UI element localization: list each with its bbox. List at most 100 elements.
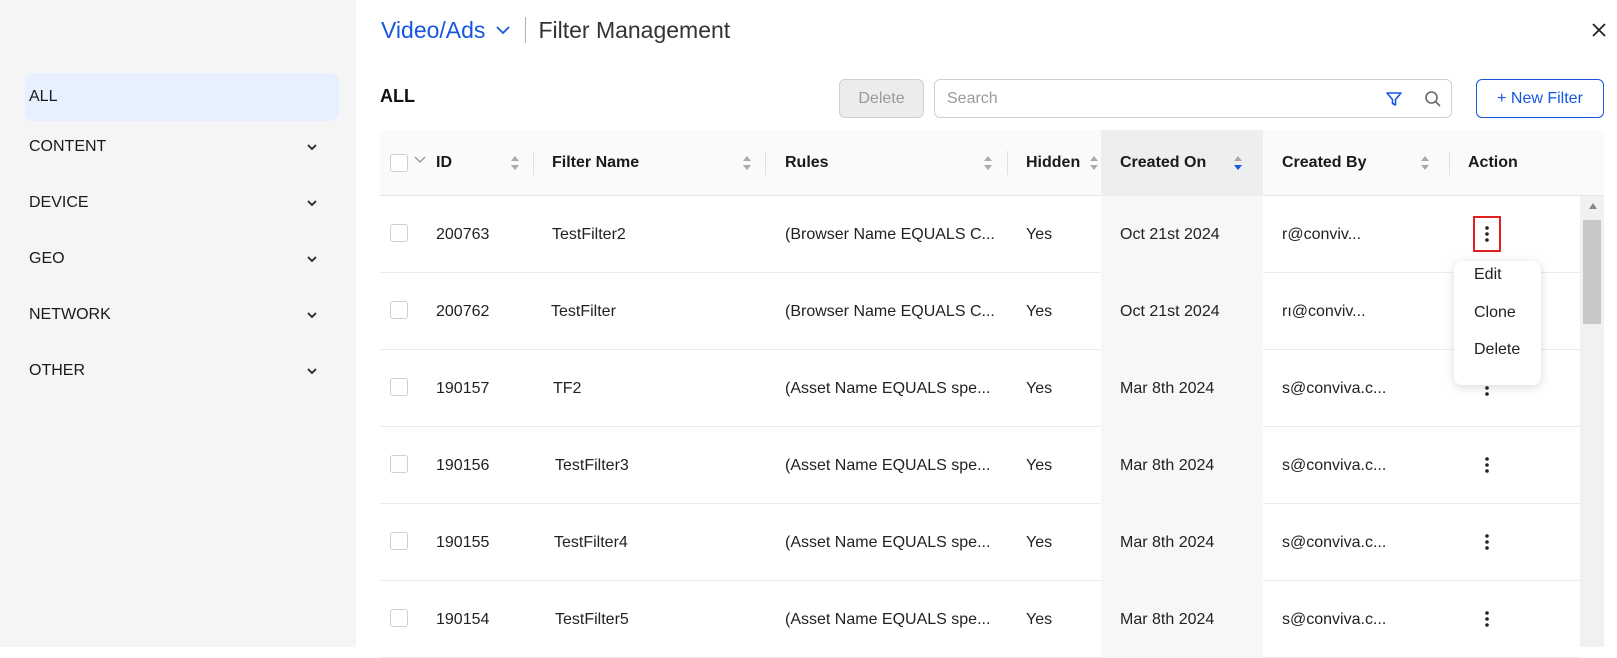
sidebar-item-label: ALL <box>29 88 58 105</box>
row-checkbox[interactable] <box>390 224 408 242</box>
row-checkbox[interactable] <box>390 532 408 550</box>
cell-filter-name: TestFilter5 <box>555 610 629 628</box>
search-button[interactable] <box>1415 79 1452 118</box>
sidebar-item-network[interactable]: NETWORK <box>25 291 339 339</box>
row-checkbox[interactable] <box>390 455 408 473</box>
cell-id: 200763 <box>436 225 490 243</box>
scrollbar-thumb[interactable] <box>1583 220 1601 324</box>
column-header-filter-name[interactable]: Filter Name <box>552 130 764 196</box>
column-header-created-on[interactable]: Created On <box>1101 130 1263 196</box>
cell-filter-name: TestFilter4 <box>554 533 628 551</box>
menu-item-edit[interactable]: Edit <box>1474 266 1502 284</box>
cell-hidden: Yes <box>1026 225 1053 243</box>
sort-icon[interactable] <box>510 154 520 172</box>
scroll-up-arrow-icon[interactable] <box>1588 202 1598 210</box>
kebab-menu-icon <box>1485 534 1489 550</box>
sidebar: ALL CONTENT DEVICE GEO NETWORK OTHER <box>0 0 356 647</box>
sidebar-item-label: GEO <box>29 250 65 267</box>
cell-id: 200762 <box>436 302 490 320</box>
menu-item-clone[interactable]: Clone <box>1474 304 1516 322</box>
sidebar-item-label: DEVICE <box>29 194 89 211</box>
table-row[interactable]: 190155 TestFilter4 (Asset Name EQUALS sp… <box>380 504 1580 581</box>
column-header-action: Action <box>1468 130 1588 196</box>
column-header-created-by[interactable]: Created By <box>1282 130 1442 196</box>
sidebar-item-label: NETWORK <box>29 306 111 323</box>
cell-rules: (Asset Name EQUALS spe... <box>785 456 991 474</box>
chevron-down-icon[interactable] <box>414 154 426 166</box>
table-row[interactable]: 190154 TestFilter5 (Asset Name EQUALS sp… <box>380 581 1580 658</box>
cell-id: 190156 <box>436 456 490 474</box>
column-label: Filter Name <box>552 154 640 171</box>
column-label: Action <box>1468 154 1518 171</box>
cell-hidden: Yes <box>1026 456 1053 474</box>
column-divider <box>765 151 766 175</box>
column-divider <box>533 151 534 175</box>
new-filter-button[interactable]: + New Filter <box>1476 79 1604 118</box>
delete-button[interactable]: Delete <box>839 79 924 118</box>
cell-rules: (Asset Name EQUALS spe... <box>785 610 991 628</box>
cell-created-by: s@conviva.c... <box>1282 456 1387 474</box>
row-action-menu-button[interactable] <box>1473 447 1501 483</box>
row-checkbox[interactable] <box>390 301 408 319</box>
app-switcher-label[interactable]: Video/Ads <box>381 17 485 44</box>
kebab-menu-icon <box>1485 457 1489 473</box>
sidebar-item-label: OTHER <box>29 362 85 379</box>
sidebar-item-device[interactable]: DEVICE <box>25 179 339 227</box>
sort-icon[interactable] <box>1089 154 1099 172</box>
column-divider <box>1007 151 1008 175</box>
cell-hidden: Yes <box>1026 379 1053 397</box>
column-label: Rules <box>785 154 829 171</box>
menu-item-delete[interactable]: Delete <box>1474 341 1520 359</box>
row-action-menu-button[interactable] <box>1473 601 1501 637</box>
chevron-down-icon <box>307 312 317 319</box>
column-header-id[interactable]: ID <box>436 130 532 196</box>
cell-hidden: Yes <box>1026 302 1053 320</box>
select-all-checkbox[interactable] <box>390 154 408 172</box>
cell-hidden: Yes <box>1026 610 1053 628</box>
cell-created-by: s@conviva.c... <box>1282 533 1387 551</box>
sort-icon[interactable] <box>742 154 752 172</box>
sidebar-item-content[interactable]: CONTENT <box>25 123 339 171</box>
cell-rules: (Asset Name EQUALS spe... <box>785 533 991 551</box>
close-icon[interactable] <box>1589 20 1609 40</box>
column-header-rules[interactable]: Rules <box>785 130 1005 196</box>
chevron-down-icon[interactable] <box>495 22 511 38</box>
sidebar-item-label: CONTENT <box>29 138 107 155</box>
row-action-menu-button[interactable] <box>1473 216 1501 252</box>
main-panel: Video/Ads Filter Management ALL Delete S… <box>356 0 1617 658</box>
cell-created-by: s@conviva.c... <box>1282 379 1387 397</box>
cell-created-on: Mar 8th 2024 <box>1101 427 1263 504</box>
cell-filter-name: TestFilter3 <box>555 456 629 474</box>
chevron-down-icon <box>307 256 317 263</box>
sidebar-item-other[interactable]: OTHER <box>25 347 339 395</box>
cell-created-on: Mar 8th 2024 <box>1101 504 1263 581</box>
sort-descending-icon[interactable] <box>1233 154 1243 172</box>
cell-id: 190155 <box>436 533 490 551</box>
column-label: Created By <box>1282 154 1367 171</box>
cell-id: 190157 <box>436 379 490 397</box>
table-row[interactable]: 200762 TestFilter (Browser Name EQUALS C… <box>380 273 1580 350</box>
cell-created-by: s@conviva.c... <box>1282 610 1387 628</box>
table-row[interactable]: 190157 TF2 (Asset Name EQUALS spe... Yes… <box>380 350 1580 427</box>
search-input[interactable]: Search <box>934 79 1416 118</box>
table-row[interactable]: 200763 TestFilter2 (Browser Name EQUALS … <box>380 196 1580 273</box>
cell-filter-name: TF2 <box>553 379 582 397</box>
table-row[interactable]: 190156 TestFilter3 (Asset Name EQUALS sp… <box>380 427 1580 504</box>
sort-icon[interactable] <box>983 154 993 172</box>
column-header-hidden[interactable]: Hidden <box>1026 130 1101 196</box>
header-divider <box>525 17 527 43</box>
cell-filter-name: TestFilter2 <box>552 225 626 243</box>
sidebar-item-geo[interactable]: GEO <box>25 235 339 283</box>
kebab-menu-icon <box>1485 611 1489 627</box>
table-header: ID Filter Name Rules Hidden Created On C… <box>380 130 1604 196</box>
row-checkbox[interactable] <box>390 609 408 627</box>
cell-hidden: Yes <box>1026 533 1053 551</box>
cell-created-by: rı@conviv... <box>1282 302 1366 320</box>
filter-funnel-icon[interactable] <box>1385 90 1403 108</box>
chevron-down-icon <box>307 200 317 207</box>
sort-icon[interactable] <box>1420 154 1430 172</box>
row-checkbox[interactable] <box>390 378 408 396</box>
cell-created-on: Mar 8th 2024 <box>1101 581 1263 658</box>
sidebar-item-all[interactable]: ALL <box>25 73 339 121</box>
row-action-menu-button[interactable] <box>1473 524 1501 560</box>
